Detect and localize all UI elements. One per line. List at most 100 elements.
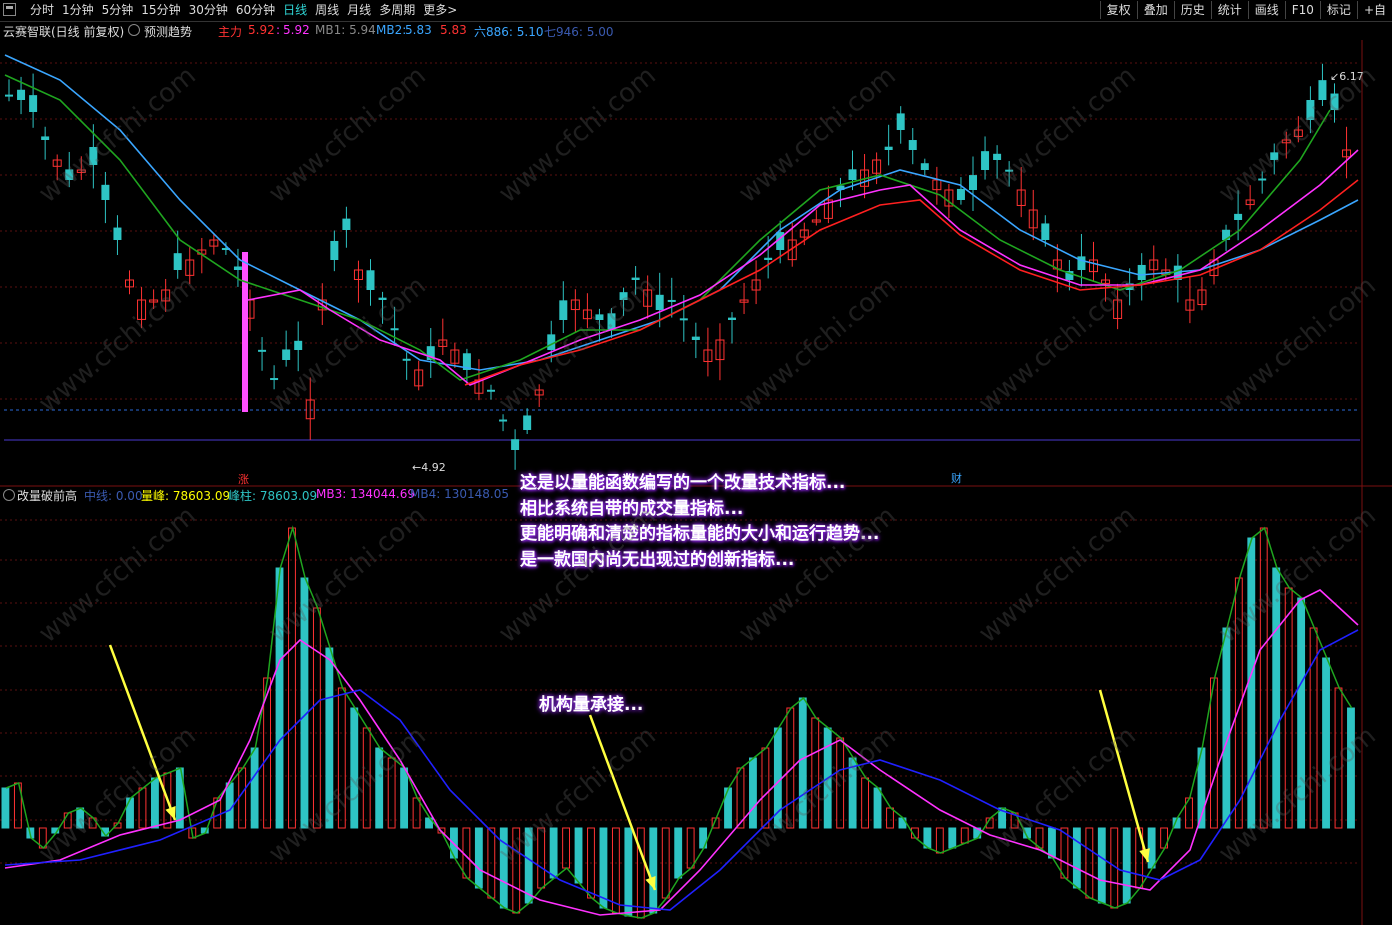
candle-body xyxy=(282,349,291,360)
candle-body xyxy=(89,147,98,165)
volume-bar xyxy=(1322,657,1330,829)
candle-body xyxy=(523,415,532,430)
volume-bar xyxy=(350,707,359,829)
volume-bar xyxy=(524,827,533,904)
volume-bar xyxy=(1,787,10,829)
candle-body xyxy=(29,95,38,112)
candle-body xyxy=(17,89,26,100)
arrow-head xyxy=(1139,848,1150,862)
candle-body xyxy=(1077,256,1086,270)
volume-bar xyxy=(400,767,409,829)
volume-bar xyxy=(649,827,658,914)
annotation-line: 相比系统自带的成交量指标... xyxy=(520,498,744,519)
candle-body xyxy=(764,257,773,260)
candle-body xyxy=(330,240,339,260)
volume-bar xyxy=(935,827,944,854)
candle-body xyxy=(679,318,688,321)
candle-body xyxy=(667,299,676,302)
candle-body xyxy=(41,136,50,140)
annotation-institution: 机构量承接... xyxy=(539,695,644,715)
volume-bar xyxy=(636,827,645,919)
volume-bar xyxy=(225,782,234,829)
ma-blue-line xyxy=(4,54,1359,371)
candle-body xyxy=(1005,169,1014,172)
annotation-block: 这是以量能函数编写的一个改量技术指标... 相比系统自带的成交量指标... 更能… xyxy=(520,471,879,573)
volume-bar xyxy=(1297,597,1306,829)
annotation-line: 更能明确和清楚的指标量能的大小和运行趋势... xyxy=(520,524,880,544)
volume-bar xyxy=(412,797,421,829)
highlight-candle xyxy=(242,252,248,412)
candle-body xyxy=(595,314,604,320)
candle-body xyxy=(173,253,182,270)
candle-body xyxy=(631,277,640,280)
candle-body xyxy=(559,300,568,320)
volume-bar xyxy=(126,797,134,829)
volume-bar xyxy=(549,827,558,879)
volume-bar xyxy=(1259,527,1268,829)
volume-bar xyxy=(886,807,894,829)
volume-bar xyxy=(1347,707,1355,829)
volume-bar xyxy=(960,827,969,844)
volume-bar xyxy=(624,827,633,917)
volume-bar xyxy=(611,827,620,914)
price-low-label: ←4.92 xyxy=(412,461,446,474)
candle-body xyxy=(691,336,700,340)
candle-body xyxy=(1306,100,1315,120)
volume-bar xyxy=(76,807,85,829)
candle-body xyxy=(233,266,242,270)
candle-body xyxy=(390,328,399,331)
volume-bar xyxy=(138,787,147,829)
volume-bar xyxy=(387,757,396,829)
volume-bar xyxy=(1097,827,1106,904)
volume-bar xyxy=(1247,537,1256,829)
volume-bar xyxy=(686,827,695,869)
volume-bar xyxy=(250,747,259,829)
marker-cai: 财 xyxy=(951,471,962,485)
ma-red-line xyxy=(464,179,1359,386)
candle-body xyxy=(101,184,110,200)
volume-bar xyxy=(337,687,346,829)
volume-bar xyxy=(1209,677,1218,829)
ma-magenta-line xyxy=(247,149,1359,386)
candle-body xyxy=(342,218,351,230)
candle-body xyxy=(402,358,411,361)
volume-bar xyxy=(362,727,371,829)
candle-body xyxy=(619,292,628,300)
volume-bar xyxy=(873,787,882,829)
volume-bar xyxy=(761,747,770,829)
volume-bar xyxy=(811,717,820,829)
candle-body xyxy=(920,163,929,170)
price-high-label: ↙6.17 xyxy=(1330,70,1364,83)
volume-bar xyxy=(948,827,957,849)
volume-bar xyxy=(1222,627,1231,829)
candle-body xyxy=(908,140,917,150)
candle-body xyxy=(294,340,303,350)
candle-body xyxy=(1270,152,1279,160)
volume-bar xyxy=(1147,827,1156,869)
volume-bar xyxy=(275,567,284,829)
candle-body xyxy=(487,389,495,392)
candle-body xyxy=(993,153,1002,160)
candle-body xyxy=(896,113,905,130)
candle-body xyxy=(1234,213,1243,220)
volume-bar xyxy=(749,757,757,829)
candle-body xyxy=(113,227,122,240)
volume-bar xyxy=(288,527,296,829)
volume-bar xyxy=(512,827,521,914)
candle-body xyxy=(969,175,977,190)
marker-zhang: 涨 xyxy=(238,473,249,486)
annotation-line: 这是以量能函数编写的一个改量技术指标... xyxy=(520,473,846,493)
ma-green-line xyxy=(4,74,1331,381)
volume-bar xyxy=(1048,827,1056,859)
volume-bar xyxy=(562,827,570,869)
candle-body xyxy=(848,169,857,180)
candle-body xyxy=(655,294,664,310)
candle-body xyxy=(981,151,990,170)
candle-body xyxy=(1318,80,1327,100)
candle-body xyxy=(378,297,387,300)
volume-bar xyxy=(312,607,321,829)
volume-bar xyxy=(375,747,384,829)
volume-bar xyxy=(599,827,608,909)
candle-body xyxy=(511,439,520,450)
volume-bar xyxy=(537,827,546,889)
